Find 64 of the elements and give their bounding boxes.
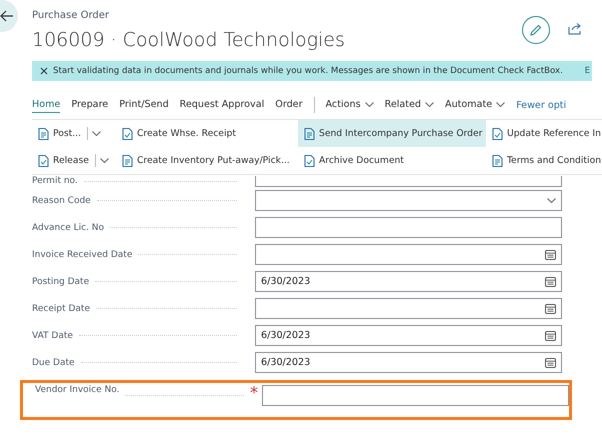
- dropdown-field[interactable]: [255, 190, 562, 211]
- document-icon: [304, 128, 315, 140]
- action-button[interactable]: Update Reference In: [486, 120, 602, 147]
- field-label: Advance Lic. No: [32, 222, 104, 232]
- input-field[interactable]: [262, 385, 569, 406]
- chevron-down-icon: [547, 198, 556, 203]
- close-icon[interactable]: [40, 67, 48, 75]
- edit-button[interactable]: [522, 16, 550, 44]
- chevron-down-icon: [496, 102, 506, 107]
- ribbon-tab[interactable]: Order: [275, 97, 303, 113]
- ribbon-tab[interactable]: Prepare: [71, 97, 108, 113]
- date-field[interactable]: 6/30/2023: [255, 352, 562, 373]
- action-button[interactable]: Send Intercompany Purchase Order: [298, 120, 486, 147]
- fewer-options-link[interactable]: Fewer opti: [516, 100, 566, 110]
- ribbon-tab[interactable]: Request Approval: [180, 97, 264, 113]
- field-label: Vendor Invoice No.: [35, 385, 120, 395]
- required-asterisk: *: [250, 385, 259, 401]
- calendar-icon[interactable]: [545, 250, 556, 260]
- document-icon: [38, 154, 49, 166]
- dropdown-chevron-icon: [92, 131, 101, 136]
- ribbon-tab[interactable]: Home: [32, 97, 60, 113]
- banner-link[interactable]: E: [584, 66, 592, 76]
- page-title: 106009 · CoolWood Technologies: [32, 29, 346, 51]
- action-button[interactable]: Release: [32, 147, 116, 174]
- chevron-down-icon: [364, 102, 374, 107]
- document-icon: [122, 128, 133, 140]
- field-label: Receipt Date: [32, 304, 90, 314]
- document-icon: [304, 154, 315, 166]
- calendar-icon[interactable]: [545, 358, 556, 368]
- share-icon: [568, 22, 582, 35]
- document-icon: [492, 154, 503, 166]
- document-icon: [492, 128, 503, 140]
- date-field[interactable]: [255, 298, 562, 319]
- ribbon-tab[interactable]: Print/Send: [119, 97, 169, 113]
- input-field[interactable]: [255, 217, 562, 238]
- field-label: Due Date: [32, 358, 75, 368]
- banner-message: Start validating data in documents and journals while you work. Messages are shown in the Document Check FactBox.: [53, 66, 563, 76]
- ribbon-menu[interactable]: Automate: [445, 97, 506, 113]
- action-button[interactable]: Post...: [32, 120, 116, 147]
- action-button[interactable]: Archive Document: [298, 147, 486, 174]
- document-icon: [122, 154, 133, 166]
- calendar-icon[interactable]: [545, 304, 556, 314]
- input-field[interactable]: [255, 176, 562, 186]
- back-arrow-icon: [0, 10, 14, 22]
- document-icon: [38, 128, 49, 140]
- date-field[interactable]: 6/30/2023: [255, 325, 562, 346]
- page-subtitle: Purchase Order: [32, 10, 110, 21]
- ribbon-menu[interactable]: Actions: [326, 97, 374, 113]
- field-label: Posting Date: [32, 276, 90, 286]
- chevron-down-icon: [425, 102, 434, 107]
- calendar-icon[interactable]: [545, 330, 556, 340]
- ribbon-menu[interactable]: Related: [384, 97, 434, 113]
- field-label: VAT Date: [32, 330, 73, 340]
- field-label: Invoice Received Date: [32, 250, 132, 260]
- date-field[interactable]: [255, 244, 562, 265]
- field-label: Reason Code: [32, 196, 91, 206]
- calendar-icon[interactable]: [545, 276, 556, 286]
- action-button[interactable]: Create Inventory Put-away/Pick...: [116, 147, 298, 174]
- date-field[interactable]: 6/30/2023: [255, 271, 562, 292]
- pencil-icon: [530, 24, 542, 36]
- field-label: Permit no.: [32, 176, 78, 186]
- action-button[interactable]: Terms and Condition: [486, 147, 602, 174]
- dropdown-chevron-icon: [100, 158, 109, 163]
- action-button[interactable]: Create Whse. Receipt: [116, 120, 298, 147]
